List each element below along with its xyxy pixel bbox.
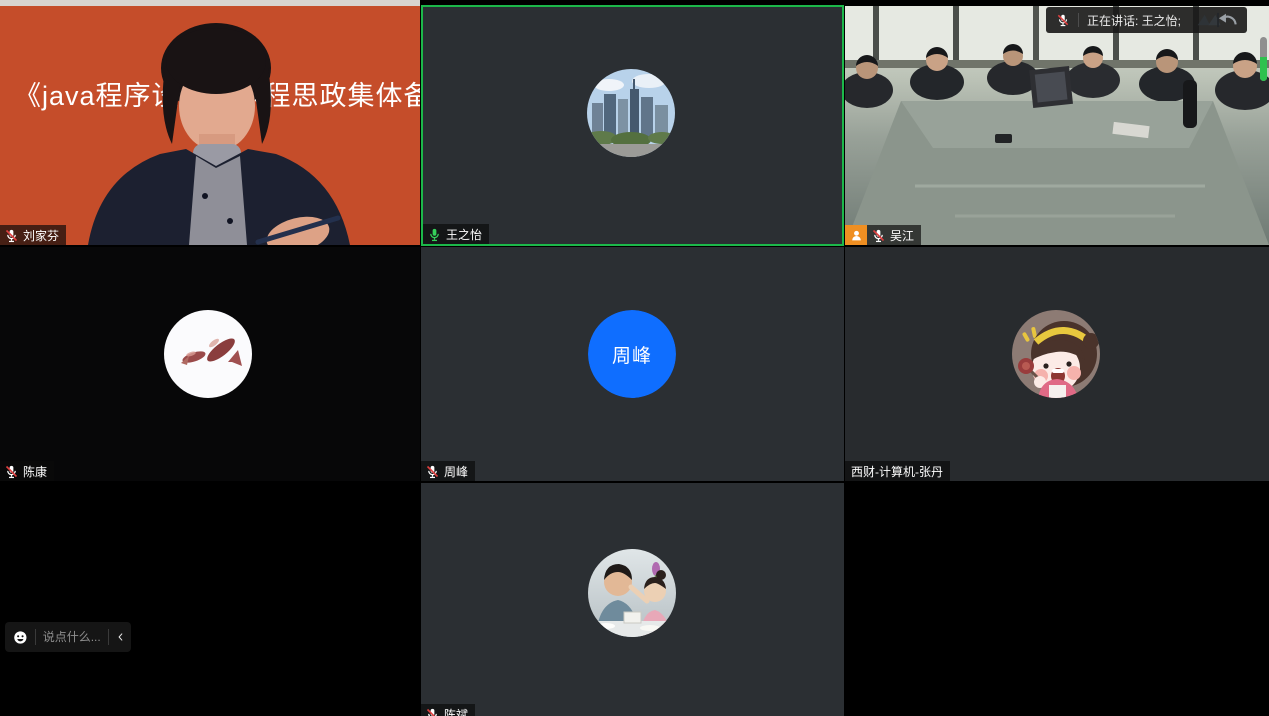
speaker-volume-meter [1260,37,1267,81]
meeting-window: 《java程序设计》课程思政集体备课 [0,0,1269,716]
participant-name-label: 王之怡 [423,224,489,244]
emoji-smiley-icon[interactable] [13,628,28,647]
mic-muted-icon [871,228,886,243]
presenter-figure [0,6,420,245]
participant-name-label: 西财-计算机-张丹 [845,461,950,481]
slide-title: 《java程序设计》课程思政集体备课 [14,74,414,113]
participant-label-row: 西财-计算机-张丹 [845,461,950,481]
chat-bar-divider [108,629,109,645]
participant-name: 吴江 [890,227,914,244]
participant-label-row: 周峰 [421,461,475,481]
conference-room-video [845,6,1269,245]
participant-name: 周峰 [444,463,468,480]
video-tile-chenbin[interactable]: 陈斌 [421,483,844,716]
mic-muted-icon [4,464,19,479]
local-mic-muted-icon [1056,13,1070,27]
participant-name: 王之怡 [446,226,482,243]
participant-name-label: 陈斌 [421,704,475,716]
overlay-divider [1078,13,1079,27]
participant-name-label: 刘家芬 [0,225,66,245]
avatar-family-photo [588,549,676,637]
slide-top-edge [0,0,420,6]
participant-name: 西财-计算机-张丹 [851,463,943,480]
volume-level-fill [1260,57,1267,81]
mic-active-icon [427,227,442,242]
avatar-koi-fish [164,310,252,398]
avatar-initials: 周峰 [588,310,676,398]
chat-quick-bar[interactable] [5,622,131,652]
participant-label-row: 刘家芬 [0,225,66,245]
participant-label-row: 陈斌 [421,704,475,716]
video-tile-wangzhiyi-active-speaker[interactable]: 王之怡 [421,5,844,246]
participant-name-label: 陈康 [0,461,54,481]
participant-name: 刘家芬 [23,227,59,244]
mic-muted-icon [425,707,440,716]
mic-muted-icon [425,464,440,479]
video-tile-liujiafen[interactable]: 《java程序设计》课程思政集体备课 [0,6,420,245]
avatar-cartoon-girl [1012,310,1100,398]
participant-label-row: 王之怡 [423,224,489,244]
avatar-initials-text: 周峰 [588,310,676,398]
video-tile-zhoufeng[interactable]: 周峰 周峰 [421,247,844,481]
chat-message-input[interactable] [43,630,101,644]
video-tile-chenkang[interactable]: 陈康 [0,247,420,481]
participant-name: 陈斌 [444,706,468,716]
avatar-city-skyline [587,69,675,157]
chat-bar-divider [35,629,36,645]
now-speaking-overlay: 正在讲话: 王之怡; [1046,7,1247,33]
participant-name-label: 周峰 [421,461,475,481]
now-speaking-text: 正在讲话: 王之怡; [1087,12,1187,29]
collapse-chevron-left-icon[interactable] [116,631,125,643]
video-tile-wujiang[interactable]: 吴江 [845,6,1269,245]
video-tile-zhangdan[interactable]: 西财-计算机-张丹 [845,247,1269,481]
participant-label-row: 吴江 [845,225,921,245]
participant-name-label: 吴江 [867,225,921,245]
participant-name: 陈康 [23,463,47,480]
participant-label-row: 陈康 [0,461,54,481]
mic-muted-icon [4,228,19,243]
member-badge-icon [845,225,867,245]
overlay-action-icons[interactable] [1195,11,1241,29]
